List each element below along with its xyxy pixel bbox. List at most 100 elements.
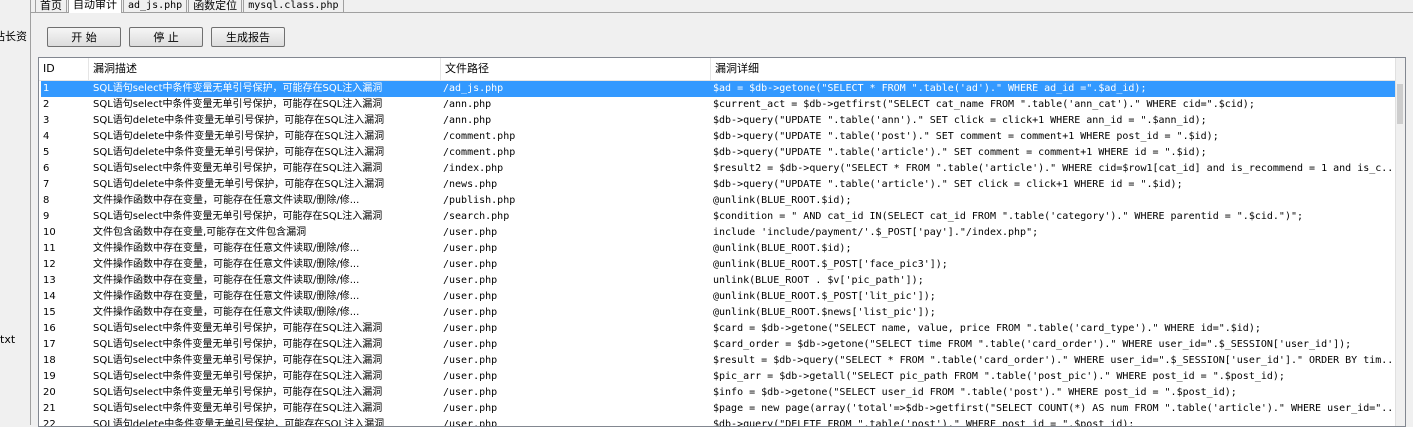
row-file-path: /user.php	[443, 371, 498, 382]
row-id: 17	[43, 339, 56, 350]
table-row[interactable]: 8 文件操作函数中存在变量，可能存在任意文件读取/删除/修... /publish.…	[41, 193, 1405, 209]
row-description: SQL语句delete中条件变量无单引号保护，可能存在SQL注入漏洞	[93, 419, 385, 427]
row-file-path: /user.php	[443, 307, 498, 318]
row-id: 13	[43, 275, 56, 286]
row-detail: $ad = $db->getone("SELECT * FROM ".table…	[713, 83, 1147, 94]
vulnerability-list[interactable]: ID 漏洞描述 文件路径 漏洞详细 1 SQL语句select中条件变量无单引号保…	[38, 57, 1406, 427]
column-header-id[interactable]: ID	[39, 58, 89, 80]
column-header-description[interactable]: 漏洞描述	[89, 58, 441, 80]
generate-report-button[interactable]: 生成报告	[211, 27, 285, 47]
tab-2[interactable]: ad_js.php	[123, 0, 188, 12]
list-header: ID 漏洞描述 文件路径 漏洞详细	[39, 58, 1405, 81]
tab-1[interactable]: 自动审计	[68, 0, 122, 13]
row-detail: $card_order = $db->getone("SELECT time F…	[713, 339, 1352, 350]
row-file-path: /user.php	[443, 291, 498, 302]
row-description: SQL语句select中条件变量无单引号保护，可能存在SQL注入漏洞	[93, 163, 383, 174]
row-file-path: /comment.php	[443, 147, 516, 158]
row-id: 16	[43, 323, 56, 334]
table-row[interactable]: 11 文件操作函数中存在变量，可能存在任意文件读取/删除/修... /user.ph…	[41, 241, 1405, 257]
table-row[interactable]: 6 SQL语句select中条件变量无单引号保护，可能存在SQL注入漏洞/inde…	[41, 161, 1405, 177]
audit-panel: 首页 自动审计 ad_js.php 函数定位 mysql.class.php 开 始 停…	[30, 0, 1413, 427]
table-row[interactable]: 10 文件包含函数中存在变量,可能存在文件包含漏洞/user.php include…	[41, 225, 1405, 241]
row-detail: @unlink(BLUE_ROOT.$id);	[713, 243, 852, 254]
row-detail: $current_act = $db->getfirst("SELECT cat…	[713, 99, 1255, 110]
table-row[interactable]: 18 SQL语句select中条件变量无单引号保护，可能存在SQL注入漏洞/use…	[41, 353, 1405, 369]
tab-4[interactable]: mysql.class.php	[243, 0, 344, 12]
row-id: 6	[43, 163, 50, 174]
row-description: SQL语句delete中条件变量无单引号保护，可能存在SQL注入漏洞	[93, 115, 385, 126]
row-detail: $pic_arr = $db->getall("SELECT pic_path …	[713, 371, 1285, 382]
row-id: 5	[43, 147, 50, 158]
table-row[interactable]: 14 文件操作函数中存在变量，可能存在任意文件读取/删除/修... /user.ph…	[41, 289, 1405, 305]
row-description: SQL语句select中条件变量无单引号保护，可能存在SQL注入漏洞	[93, 339, 383, 350]
left-fragment-bottom: txt	[0, 333, 16, 346]
row-id: 3	[43, 115, 50, 126]
stop-button[interactable]: 停 止	[129, 27, 203, 47]
row-file-path: /user.php	[443, 243, 498, 254]
table-row[interactable]: 22 SQL语句delete中条件变量无单引号保护，可能存在SQL注入漏洞/use…	[41, 417, 1405, 427]
row-id: 4	[43, 131, 50, 142]
table-row[interactable]: 5 SQL语句delete中条件变量无单引号保护，可能存在SQL注入漏洞/comm…	[41, 145, 1405, 161]
table-row[interactable]: 20 SQL语句select中条件变量无单引号保护，可能存在SQL注入漏洞/use…	[41, 385, 1405, 401]
table-row[interactable]: 9 SQL语句select中条件变量无单引号保护，可能存在SQL注入漏洞/sear…	[41, 209, 1405, 225]
table-row[interactable]: 16 SQL语句select中条件变量无单引号保护，可能存在SQL注入漏洞/use…	[41, 321, 1405, 337]
table-row[interactable]: 17 SQL语句select中条件变量无单引号保护，可能存在SQL注入漏洞/use…	[41, 337, 1405, 353]
table-row[interactable]: 1 SQL语句select中条件变量无单引号保护，可能存在SQL注入漏洞/ad_j…	[41, 81, 1405, 97]
row-file-path: /user.php	[443, 419, 498, 427]
row-description: 文件操作函数中存在变量，可能存在任意文件读取/删除/修...	[93, 291, 360, 302]
row-description: 文件包含函数中存在变量,可能存在文件包含漏洞	[93, 227, 307, 238]
row-detail: include 'include/payment/'.$_POST['pay']…	[713, 227, 1039, 238]
table-row[interactable]: 13 文件操作函数中存在变量，可能存在任意文件读取/删除/修... /user.ph…	[41, 273, 1405, 289]
row-description: 文件操作函数中存在变量，可能存在任意文件读取/删除/修...	[93, 243, 360, 254]
left-panel-strip: 站长资 txt	[0, 0, 30, 425]
row-file-path: /user.php	[443, 387, 498, 398]
column-header-file-path[interactable]: 文件路径	[441, 58, 711, 80]
tab-strip: 首页 自动审计 ad_js.php 函数定位 mysql.class.php	[35, 0, 345, 14]
vertical-scrollbar[interactable]	[1395, 58, 1405, 426]
table-row[interactable]: 7 SQL语句delete中条件变量无单引号保护，可能存在SQL注入漏洞/news…	[41, 177, 1405, 193]
left-fragment-top: 站长资	[0, 30, 27, 43]
row-detail: unlink(BLUE_ROOT . $v['pic_path']);	[713, 275, 924, 286]
row-description: SQL语句delete中条件变量无单引号保护，可能存在SQL注入漏洞	[93, 147, 385, 158]
row-description: SQL语句select中条件变量无单引号保护，可能存在SQL注入漏洞	[93, 371, 383, 382]
table-row[interactable]: 19 SQL语句select中条件变量无单引号保护，可能存在SQL注入漏洞/use…	[41, 369, 1405, 385]
row-file-path: /user.php	[443, 403, 498, 414]
tab-0[interactable]: 首页	[35, 0, 67, 12]
row-id: 12	[43, 259, 56, 270]
table-row[interactable]: 21 SQL语句select中条件变量无单引号保护，可能存在SQL注入漏洞/use…	[41, 401, 1405, 417]
row-file-path: /user.php	[443, 227, 498, 238]
row-description: SQL语句select中条件变量无单引号保护，可能存在SQL注入漏洞	[93, 387, 383, 398]
row-description: SQL语句select中条件变量无单引号保护，可能存在SQL注入漏洞	[93, 211, 383, 222]
table-row[interactable]: 3 SQL语句delete中条件变量无单引号保护，可能存在SQL注入漏洞/ann.…	[41, 113, 1405, 129]
row-file-path: /user.php	[443, 339, 498, 350]
row-id: 15	[43, 307, 56, 318]
tab-3[interactable]: 函数定位	[188, 0, 243, 12]
row-id: 18	[43, 355, 56, 366]
row-description: SQL语句select中条件变量无单引号保护，可能存在SQL注入漏洞	[93, 83, 383, 94]
start-button[interactable]: 开 始	[47, 27, 121, 47]
row-id: 10	[43, 227, 56, 238]
row-description: SQL语句select中条件变量无单引号保护，可能存在SQL注入漏洞	[93, 403, 383, 414]
column-header-detail[interactable]: 漏洞详细	[711, 58, 1405, 80]
row-file-path: /user.php	[443, 355, 498, 366]
row-file-path: /ann.php	[443, 115, 492, 126]
row-description: 文件操作函数中存在变量，可能存在任意文件读取/删除/修...	[93, 259, 360, 270]
row-description: SQL语句select中条件变量无单引号保护，可能存在SQL注入漏洞	[93, 99, 383, 110]
row-id: 9	[43, 211, 50, 222]
row-file-path: /comment.php	[443, 131, 516, 142]
row-id: 21	[43, 403, 56, 414]
row-id: 14	[43, 291, 56, 302]
table-row[interactable]: 4 SQL语句delete中条件变量无单引号保护，可能存在SQL注入漏洞/comm…	[41, 129, 1405, 145]
row-file-path: /user.php	[443, 259, 498, 270]
table-row[interactable]: 12 文件操作函数中存在变量，可能存在任意文件读取/删除/修... /user.ph…	[41, 257, 1405, 273]
row-detail: @unlink(BLUE_ROOT.$id);	[713, 195, 852, 206]
table-row[interactable]: 15 文件操作函数中存在变量，可能存在任意文件读取/删除/修... /user.ph…	[41, 305, 1405, 321]
scrollbar-thumb[interactable]	[1397, 84, 1403, 124]
row-detail: $result = $db->query("SELECT * FROM ".ta…	[713, 355, 1400, 366]
row-id: 20	[43, 387, 56, 398]
row-description: SQL语句delete中条件变量无单引号保护，可能存在SQL注入漏洞	[93, 131, 385, 142]
row-id: 11	[43, 243, 56, 254]
row-description: 文件操作函数中存在变量，可能存在任意文件读取/删除/修...	[93, 275, 360, 286]
row-file-path: /ann.php	[443, 99, 492, 110]
table-row[interactable]: 2 SQL语句select中条件变量无单引号保护，可能存在SQL注入漏洞/ann.…	[41, 97, 1405, 113]
